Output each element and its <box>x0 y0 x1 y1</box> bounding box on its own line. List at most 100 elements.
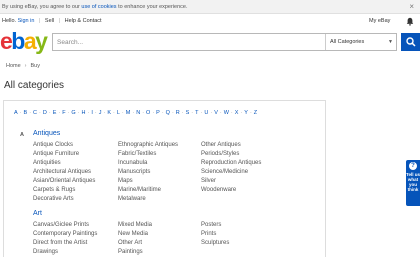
alphabet-letter-v[interactable]: V <box>214 110 218 116</box>
search-input[interactable] <box>53 34 325 50</box>
category-link[interactable]: Decorative Arts <box>33 195 95 204</box>
antiques-column-1: Antique Clocks Antique Furniture Antiqui… <box>33 141 95 204</box>
category-link[interactable]: Sculptures <box>201 239 229 248</box>
alphabet-letter-o[interactable]: O <box>146 110 150 116</box>
alphabet-separator: · <box>161 110 164 116</box>
cookie-banner: By using eBay, you agree to our use of c… <box>0 0 420 14</box>
art-column-1: Canvas/Giclee Prints Contemporary Painti… <box>33 221 97 257</box>
category-link[interactable]: Paintings <box>118 248 152 257</box>
category-link[interactable]: Contemporary Paintings <box>33 230 97 239</box>
alphabet-letter-b[interactable]: B <box>24 110 28 116</box>
category-link[interactable]: Carpets & Rugs <box>33 186 95 195</box>
alphabet-letter-g[interactable]: G <box>71 110 75 116</box>
category-link[interactable]: Other Art <box>118 239 152 248</box>
alphabet-letter-n[interactable]: N <box>136 110 140 116</box>
breadcrumb-buy[interactable]: Buy <box>31 63 40 69</box>
alphabet-letter-t[interactable]: T <box>195 110 198 116</box>
category-link[interactable]: Antique Furniture <box>33 150 95 159</box>
category-link[interactable]: Antiquities <box>33 159 95 168</box>
divider: | <box>58 18 61 24</box>
sell-link[interactable]: Sell <box>45 18 54 24</box>
alphabet-letter-a[interactable]: A <box>14 110 18 116</box>
category-link[interactable]: Canvas/Giclee Prints <box>33 221 97 230</box>
category-link[interactable]: Science/Medicine <box>201 168 261 177</box>
category-select[interactable]: All Categories ▼ <box>325 34 397 50</box>
alphabet-separator: · <box>132 110 135 116</box>
my-ebay-link[interactable]: My eBay <box>369 14 390 29</box>
bell-icon[interactable] <box>406 17 414 26</box>
alphabet-letter-u[interactable]: U <box>204 110 208 116</box>
category-link[interactable]: Reproduction Antiques <box>201 159 261 168</box>
category-link[interactable]: Asian/Oriental Antiques <box>33 177 95 186</box>
alphabet-separator: · <box>77 110 80 116</box>
category-link[interactable]: Architectural Antiques <box>33 168 95 177</box>
alphabet-letter-w[interactable]: W <box>224 110 229 116</box>
alphabet-letter-c[interactable]: C <box>33 110 37 116</box>
category-link[interactable]: New Media <box>118 230 152 239</box>
alphabet-separator: · <box>67 110 70 116</box>
search-button[interactable] <box>401 33 420 51</box>
category-link[interactable]: Drawings <box>33 248 97 257</box>
category-link[interactable]: Incunabula <box>118 159 178 168</box>
alphabet-letter-y[interactable]: Y <box>244 110 248 116</box>
alphabet-letter-p[interactable]: P <box>156 110 160 116</box>
category-link[interactable]: Posters <box>201 221 229 230</box>
help-contact-link[interactable]: Help & Contact <box>65 18 102 24</box>
category-link[interactable]: Ethnographic Antiques <box>118 141 178 150</box>
alphabet-separator: · <box>29 110 32 116</box>
category-link[interactable]: Direct from the Artist <box>33 239 97 248</box>
top-nav: Hello. Sign in or register | Sell | Help… <box>0 14 420 29</box>
alphabet-separator: · <box>94 110 97 116</box>
cookie-policy-link[interactable]: use of cookies <box>81 4 116 10</box>
alphabet-letter-k[interactable]: K <box>107 110 111 116</box>
alphabet-letter-i[interactable]: I <box>91 110 93 116</box>
breadcrumb-home[interactable]: Home <box>6 63 21 69</box>
category-link[interactable]: Other Antiques <box>201 141 261 150</box>
alphabet-separator: · <box>121 110 124 116</box>
alphabet-letter-z[interactable]: Z <box>254 110 257 116</box>
alphabet-letter-e[interactable]: E <box>53 110 57 116</box>
sign-in-link[interactable]: Sign in <box>18 18 35 24</box>
alphabet-separator: · <box>87 110 90 116</box>
question-icon: ? <box>409 162 417 170</box>
category-link[interactable]: Mixed Media <box>118 221 152 230</box>
alphabet-separator: · <box>249 110 252 116</box>
alphabet-letter-q[interactable]: Q <box>166 110 170 116</box>
alphabet-separator: · <box>240 110 243 116</box>
category-link[interactable]: Prints <box>201 230 229 239</box>
category-link[interactable]: Maps <box>118 177 178 186</box>
category-link[interactable]: Metalware <box>118 195 178 204</box>
alphabet-letter-x[interactable]: X <box>235 110 239 116</box>
alphabet-letter-m[interactable]: M <box>126 110 131 116</box>
search-icon <box>406 37 416 47</box>
section-title-antiques[interactable]: Antiques <box>33 130 60 137</box>
category-link[interactable]: Manuscripts <box>118 168 178 177</box>
category-link[interactable]: Woodenware <box>201 186 261 195</box>
section-title-art[interactable]: Art <box>33 210 42 217</box>
alphabet-separator: · <box>191 110 194 116</box>
category-link[interactable]: Periods/Styles <box>201 150 261 159</box>
alphabet-separator: · <box>171 110 174 116</box>
alphabet-letter-d[interactable]: D <box>43 110 47 116</box>
alphabet-separator: · <box>181 110 184 116</box>
feedback-label: Tell us what you think <box>406 172 420 192</box>
category-link[interactable]: Marine/Maritime <box>118 186 178 195</box>
alphabet-separator: · <box>142 110 145 116</box>
art-column-2: Mixed Media New Media Other Art Painting… <box>118 221 152 257</box>
ebay-logo[interactable]: ebay <box>0 28 48 54</box>
alphabet-letter-f[interactable]: F <box>62 110 65 116</box>
alphabet-letter-r[interactable]: R <box>176 110 180 116</box>
alphabet-separator: · <box>48 110 51 116</box>
category-link[interactable]: Fabric/Textiles <box>118 150 178 159</box>
alphabet-letter-h[interactable]: H <box>82 110 86 116</box>
alphabet-letter-l[interactable]: L <box>117 110 120 116</box>
alphabet-nav: A · B · C · D · E · F · G · H · I · J · K · L · M · N · O · P · Q · R · S · T ·… <box>14 110 259 116</box>
alphabet-letter-s[interactable]: S <box>186 110 190 116</box>
close-icon[interactable]: × <box>409 0 414 14</box>
category-link[interactable]: Antique Clocks <box>33 141 95 150</box>
category-link[interactable]: Silver <box>201 177 261 186</box>
feedback-tab[interactable]: ? Tell us what you think <box>406 160 420 206</box>
antiques-column-3: Other Antiques Periods/Styles Reproducti… <box>201 141 261 195</box>
alphabet-separator: · <box>230 110 233 116</box>
alphabet-letter-j[interactable]: J <box>99 110 102 116</box>
